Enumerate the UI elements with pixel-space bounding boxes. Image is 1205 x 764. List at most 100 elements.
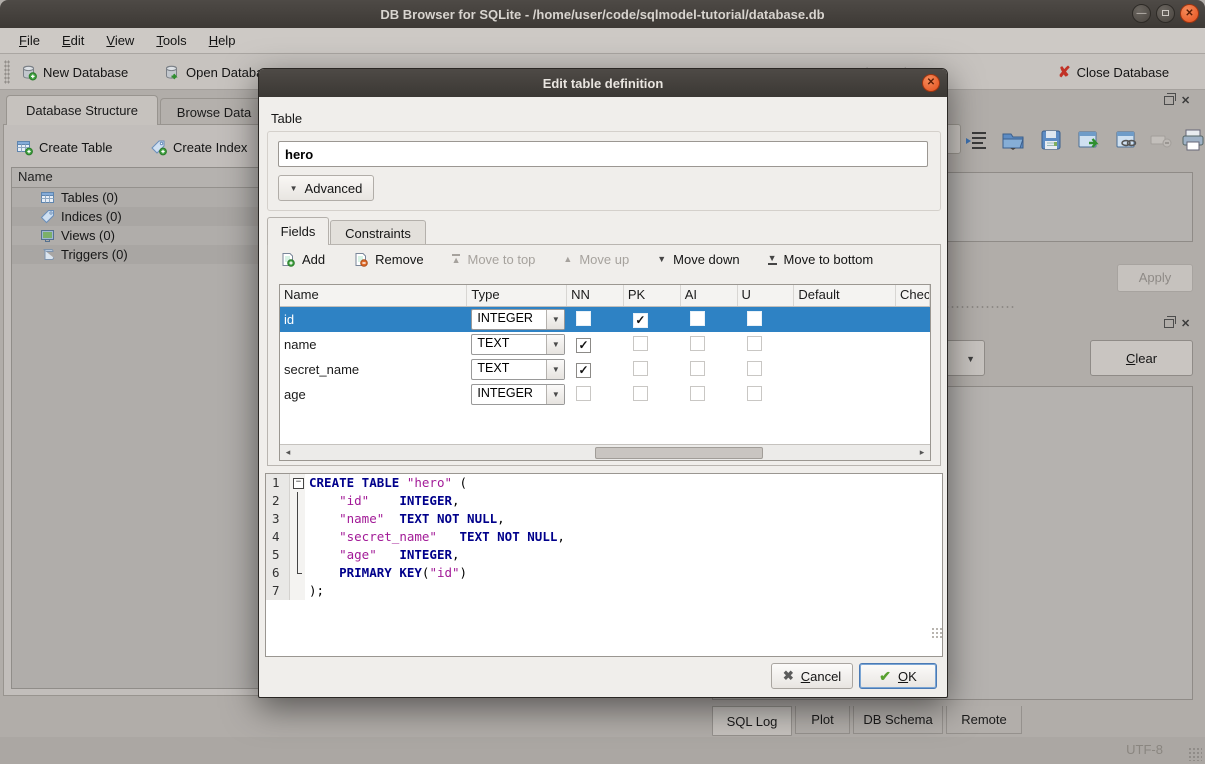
- column-header-nn[interactable]: NN: [567, 285, 624, 306]
- nn-checkbox[interactable]: ✓: [576, 338, 591, 353]
- nn-checkbox[interactable]: [576, 311, 591, 326]
- minimize-button[interactable]: —: [1132, 4, 1151, 23]
- chevron-down-icon: ▼: [546, 385, 564, 404]
- add-field-button[interactable]: Add: [280, 252, 325, 267]
- pk-checkbox[interactable]: ✓: [633, 313, 648, 328]
- close-database-button[interactable]: ✘ Close Database: [1050, 58, 1177, 86]
- print-icon[interactable]: [1180, 127, 1205, 153]
- column-header-default[interactable]: Default: [794, 285, 896, 306]
- ai-checkbox[interactable]: [690, 361, 705, 376]
- tab-database-structure[interactable]: Database Structure: [6, 95, 158, 125]
- field-row-age[interactable]: age INTEGER▼: [280, 382, 930, 407]
- tab-browse-data[interactable]: Browse Data: [160, 98, 268, 125]
- toolbar-drag-handle[interactable]: [4, 60, 10, 84]
- fold-marker[interactable]: [290, 510, 305, 528]
- column-header-name[interactable]: Name: [280, 285, 467, 306]
- dock-close-icon[interactable]: ✕: [1181, 319, 1193, 331]
- create-table-button[interactable]: Create Table: [16, 134, 112, 160]
- ai-checkbox[interactable]: [690, 386, 705, 401]
- scroll-right-icon[interactable]: ▸: [914, 447, 930, 458]
- column-header-type[interactable]: Type: [467, 285, 567, 306]
- type-dropdown[interactable]: TEXT▼: [471, 334, 565, 355]
- ai-checkbox[interactable]: [690, 336, 705, 351]
- tab-fields[interactable]: Fields: [267, 217, 329, 245]
- advanced-label: Advanced: [305, 181, 363, 196]
- dock-float-icon[interactable]: [1164, 96, 1174, 105]
- dialog-titlebar[interactable]: Edit table definition ✕: [259, 69, 947, 97]
- tab-plot[interactable]: Plot: [795, 706, 850, 734]
- pk-checkbox[interactable]: [633, 361, 648, 376]
- link-cell-icon[interactable]: [1114, 127, 1140, 153]
- advanced-button[interactable]: ▼ Advanced: [278, 175, 374, 201]
- move-down-button[interactable]: ▼ Move down: [657, 252, 739, 267]
- fold-marker[interactable]: [290, 492, 305, 510]
- tab-db-schema[interactable]: DB Schema: [853, 706, 943, 734]
- clear-log-button[interactable]: Clear: [1090, 340, 1193, 376]
- nn-checkbox[interactable]: ✓: [576, 363, 591, 378]
- scroll-left-icon[interactable]: ◂: [280, 447, 296, 458]
- dock-close-icon[interactable]: ✕: [1181, 96, 1193, 108]
- tab-constraints[interactable]: Constraints: [330, 220, 426, 245]
- pk-checkbox[interactable]: [633, 386, 648, 401]
- apply-cell-icon[interactable]: [1076, 127, 1102, 153]
- window-titlebar[interactable]: DB Browser for SQLite - /home/user/code/…: [0, 0, 1205, 28]
- fold-marker[interactable]: [290, 528, 305, 546]
- u-checkbox[interactable]: [747, 311, 762, 326]
- column-header-u[interactable]: U: [738, 285, 795, 306]
- field-name[interactable]: name: [280, 337, 467, 352]
- field-row-id[interactable]: id INTEGER▼ ✓: [280, 307, 930, 332]
- menu-view[interactable]: View: [97, 30, 143, 51]
- dock-splitter-handle[interactable]: [945, 305, 1015, 309]
- column-header-check[interactable]: Check: [896, 285, 930, 306]
- ai-checkbox[interactable]: [690, 311, 705, 326]
- fold-marker[interactable]: [290, 564, 305, 582]
- field-name[interactable]: age: [280, 387, 467, 402]
- remove-field-button[interactable]: Remove: [353, 252, 423, 267]
- text-format-icon[interactable]: [964, 127, 990, 153]
- ok-button[interactable]: ✔ OK: [859, 663, 937, 689]
- field-row-name[interactable]: name TEXT▼ ✓: [280, 332, 930, 357]
- import-text-icon[interactable]: [1000, 127, 1026, 153]
- dialog-close-button[interactable]: ✕: [922, 74, 940, 92]
- column-header-ai[interactable]: AI: [681, 285, 738, 306]
- menu-file[interactable]: File: [10, 30, 49, 51]
- tab-remote[interactable]: Remote: [946, 706, 1022, 734]
- column-header-pk[interactable]: PK: [624, 285, 681, 306]
- close-button[interactable]: ✕: [1180, 4, 1199, 23]
- field-name[interactable]: id: [280, 312, 467, 327]
- horizontal-scrollbar[interactable]: ◂ ▸: [280, 444, 930, 460]
- u-checkbox[interactable]: [747, 336, 762, 351]
- type-dropdown[interactable]: INTEGER▼: [471, 309, 565, 330]
- scrollbar-thumb[interactable]: [595, 447, 763, 459]
- export-save-icon[interactable]: [1038, 127, 1064, 153]
- field-name[interactable]: secret_name: [280, 362, 467, 377]
- menu-bar: File Edit View Tools Help: [0, 28, 1205, 54]
- pk-checkbox[interactable]: [633, 336, 648, 351]
- resize-grip[interactable]: [1188, 747, 1202, 761]
- field-row-secret-name[interactable]: secret_name TEXT▼ ✓: [280, 357, 930, 382]
- table-name-input[interactable]: [278, 141, 928, 167]
- menu-edit[interactable]: Edit: [53, 30, 93, 51]
- nn-checkbox[interactable]: [576, 386, 591, 401]
- create-index-button[interactable]: Create Index: [150, 134, 247, 160]
- cancel-label: Cancel: [801, 669, 841, 684]
- type-dropdown[interactable]: TEXT▼: [471, 359, 565, 380]
- maximize-button[interactable]: [1156, 4, 1175, 23]
- fold-marker[interactable]: [290, 582, 305, 600]
- new-database-button[interactable]: New Database: [12, 58, 136, 86]
- u-checkbox[interactable]: [747, 361, 762, 376]
- menu-tools[interactable]: Tools: [147, 30, 195, 51]
- sql-preview-editor[interactable]: 1CREATE TABLE "hero" (2 "id" INTEGER,3 "…: [265, 473, 943, 657]
- cancel-button[interactable]: ✖ Cancel: [771, 663, 853, 689]
- menu-help[interactable]: Help: [200, 30, 245, 51]
- dock-float-icon[interactable]: [1164, 319, 1174, 328]
- dialog-resize-grip[interactable]: [931, 627, 943, 639]
- type-dropdown[interactable]: INTEGER▼: [471, 384, 565, 405]
- u-checkbox[interactable]: [747, 386, 762, 401]
- encoding-indicator[interactable]: UTF-8: [1126, 742, 1163, 757]
- chevron-down-icon: ▼: [966, 354, 975, 364]
- move-to-bottom-button[interactable]: ▼ Move to bottom: [768, 252, 874, 267]
- tab-sql-log[interactable]: SQL Log: [712, 706, 792, 736]
- fold-marker[interactable]: [290, 546, 305, 564]
- fold-marker[interactable]: [290, 474, 305, 492]
